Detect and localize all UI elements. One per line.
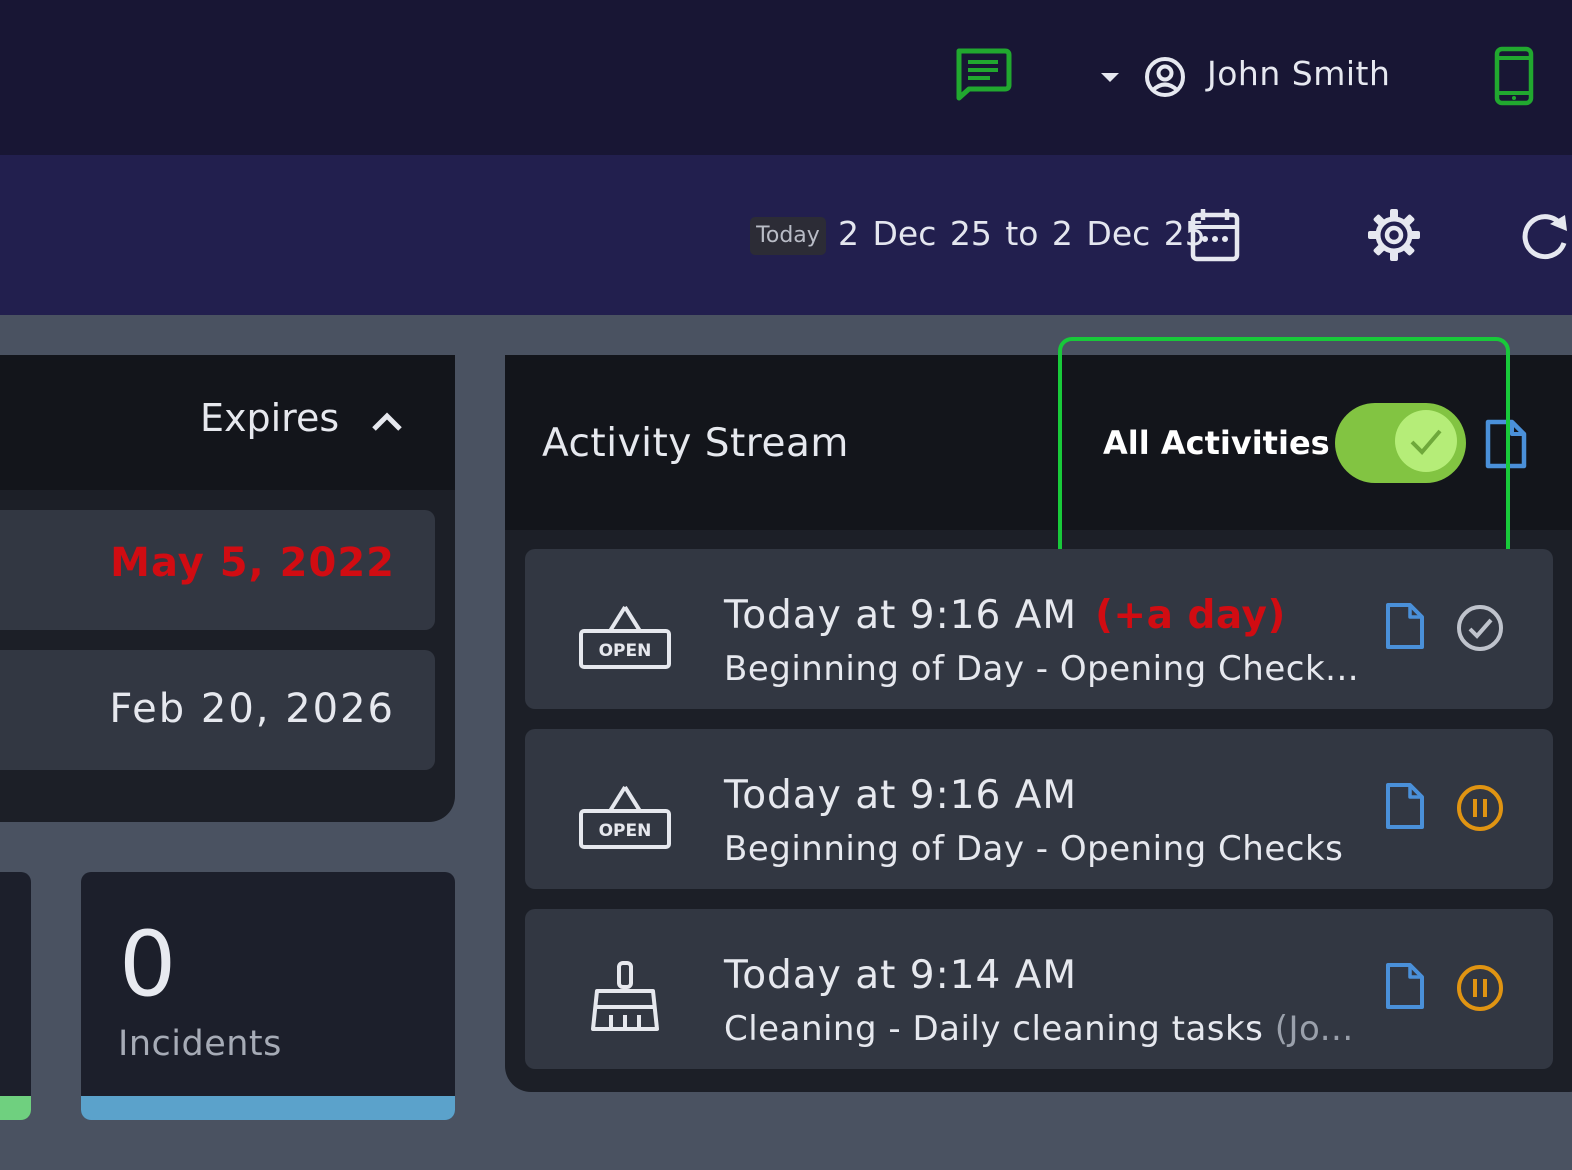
- expiry-date-overdue: May 5, 2022: [110, 540, 395, 586]
- calendar-icon[interactable]: [1189, 207, 1241, 263]
- activity-item[interactable]: OPEN Today at 9:16 AM (+a day) Beginning …: [525, 549, 1553, 709]
- activity-time-text: Today at 9:14 AM: [724, 953, 1078, 998]
- activity-description: Cleaning - Daily cleaning tasks (Jo...: [724, 1009, 1354, 1049]
- activity-time-text: Today at 9:16 AM: [724, 773, 1078, 818]
- chat-icon[interactable]: [952, 46, 1012, 102]
- caret-down-icon[interactable]: [1099, 70, 1121, 84]
- date-range-text[interactable]: 2 Dec 25 to 2 Dec 25: [838, 214, 1206, 253]
- document-icon[interactable]: [1384, 781, 1426, 831]
- expiry-date: Feb 20, 2026: [109, 686, 395, 732]
- today-badge[interactable]: Today: [750, 217, 826, 255]
- user-name[interactable]: John Smith: [1207, 54, 1390, 93]
- activity-item[interactable]: Today at 9:14 AM Cleaning - Daily cleani…: [525, 909, 1553, 1069]
- chevron-up-icon[interactable]: [368, 406, 406, 436]
- activity-time: Today at 9:14 AM: [724, 953, 1095, 998]
- stat-tile[interactable]: [0, 872, 31, 1120]
- activity-time: Today at 9:16 AM (+a day): [724, 593, 1286, 638]
- activity-stream-title: Activity Stream: [542, 421, 849, 466]
- incidents-count: 0: [119, 912, 177, 1017]
- document-icon[interactable]: [1384, 961, 1426, 1011]
- expires-column-label[interactable]: Expires: [200, 396, 339, 440]
- refresh-icon[interactable]: [1518, 209, 1572, 263]
- incidents-tile-bar: [81, 1096, 455, 1120]
- pause-circle-icon[interactable]: [1455, 963, 1505, 1013]
- activity-description: Beginning of Day - Opening Checks: [724, 829, 1344, 869]
- expires-row[interactable]: Feb 20, 2026: [0, 650, 435, 770]
- document-icon[interactable]: [1384, 601, 1426, 651]
- open-sign-icon: OPEN: [579, 605, 671, 669]
- activity-item[interactable]: OPEN Today at 9:16 AM Beginning of Day -…: [525, 729, 1553, 889]
- expires-row[interactable]: May 5, 2022: [0, 510, 435, 630]
- user-circle-icon[interactable]: [1143, 55, 1187, 99]
- gear-icon[interactable]: [1366, 207, 1422, 263]
- incidents-tile[interactable]: 0 Incidents: [81, 872, 455, 1120]
- pause-circle-icon[interactable]: [1455, 783, 1505, 833]
- activity-description-text: Cleaning - Daily cleaning tasks: [724, 1009, 1264, 1049]
- svg-text:OPEN: OPEN: [599, 821, 652, 841]
- activity-description: Beginning of Day - Opening Check...: [724, 649, 1360, 689]
- open-sign-icon: OPEN: [579, 785, 671, 849]
- late-indicator: (+a day): [1095, 593, 1286, 638]
- activity-time-text: Today at 9:16 AM: [724, 593, 1078, 638]
- mobile-phone-icon[interactable]: [1492, 46, 1536, 106]
- broom-icon: [591, 961, 659, 1031]
- svg-text:OPEN: OPEN: [599, 641, 652, 661]
- incidents-label: Incidents: [118, 1024, 282, 1064]
- highlight-box: [1058, 337, 1510, 565]
- check-circle-icon[interactable]: [1455, 603, 1505, 653]
- stat-tile-bar: [0, 1096, 31, 1120]
- activity-description-extra: (Jo...: [1274, 1009, 1354, 1049]
- activity-time: Today at 9:16 AM: [724, 773, 1095, 818]
